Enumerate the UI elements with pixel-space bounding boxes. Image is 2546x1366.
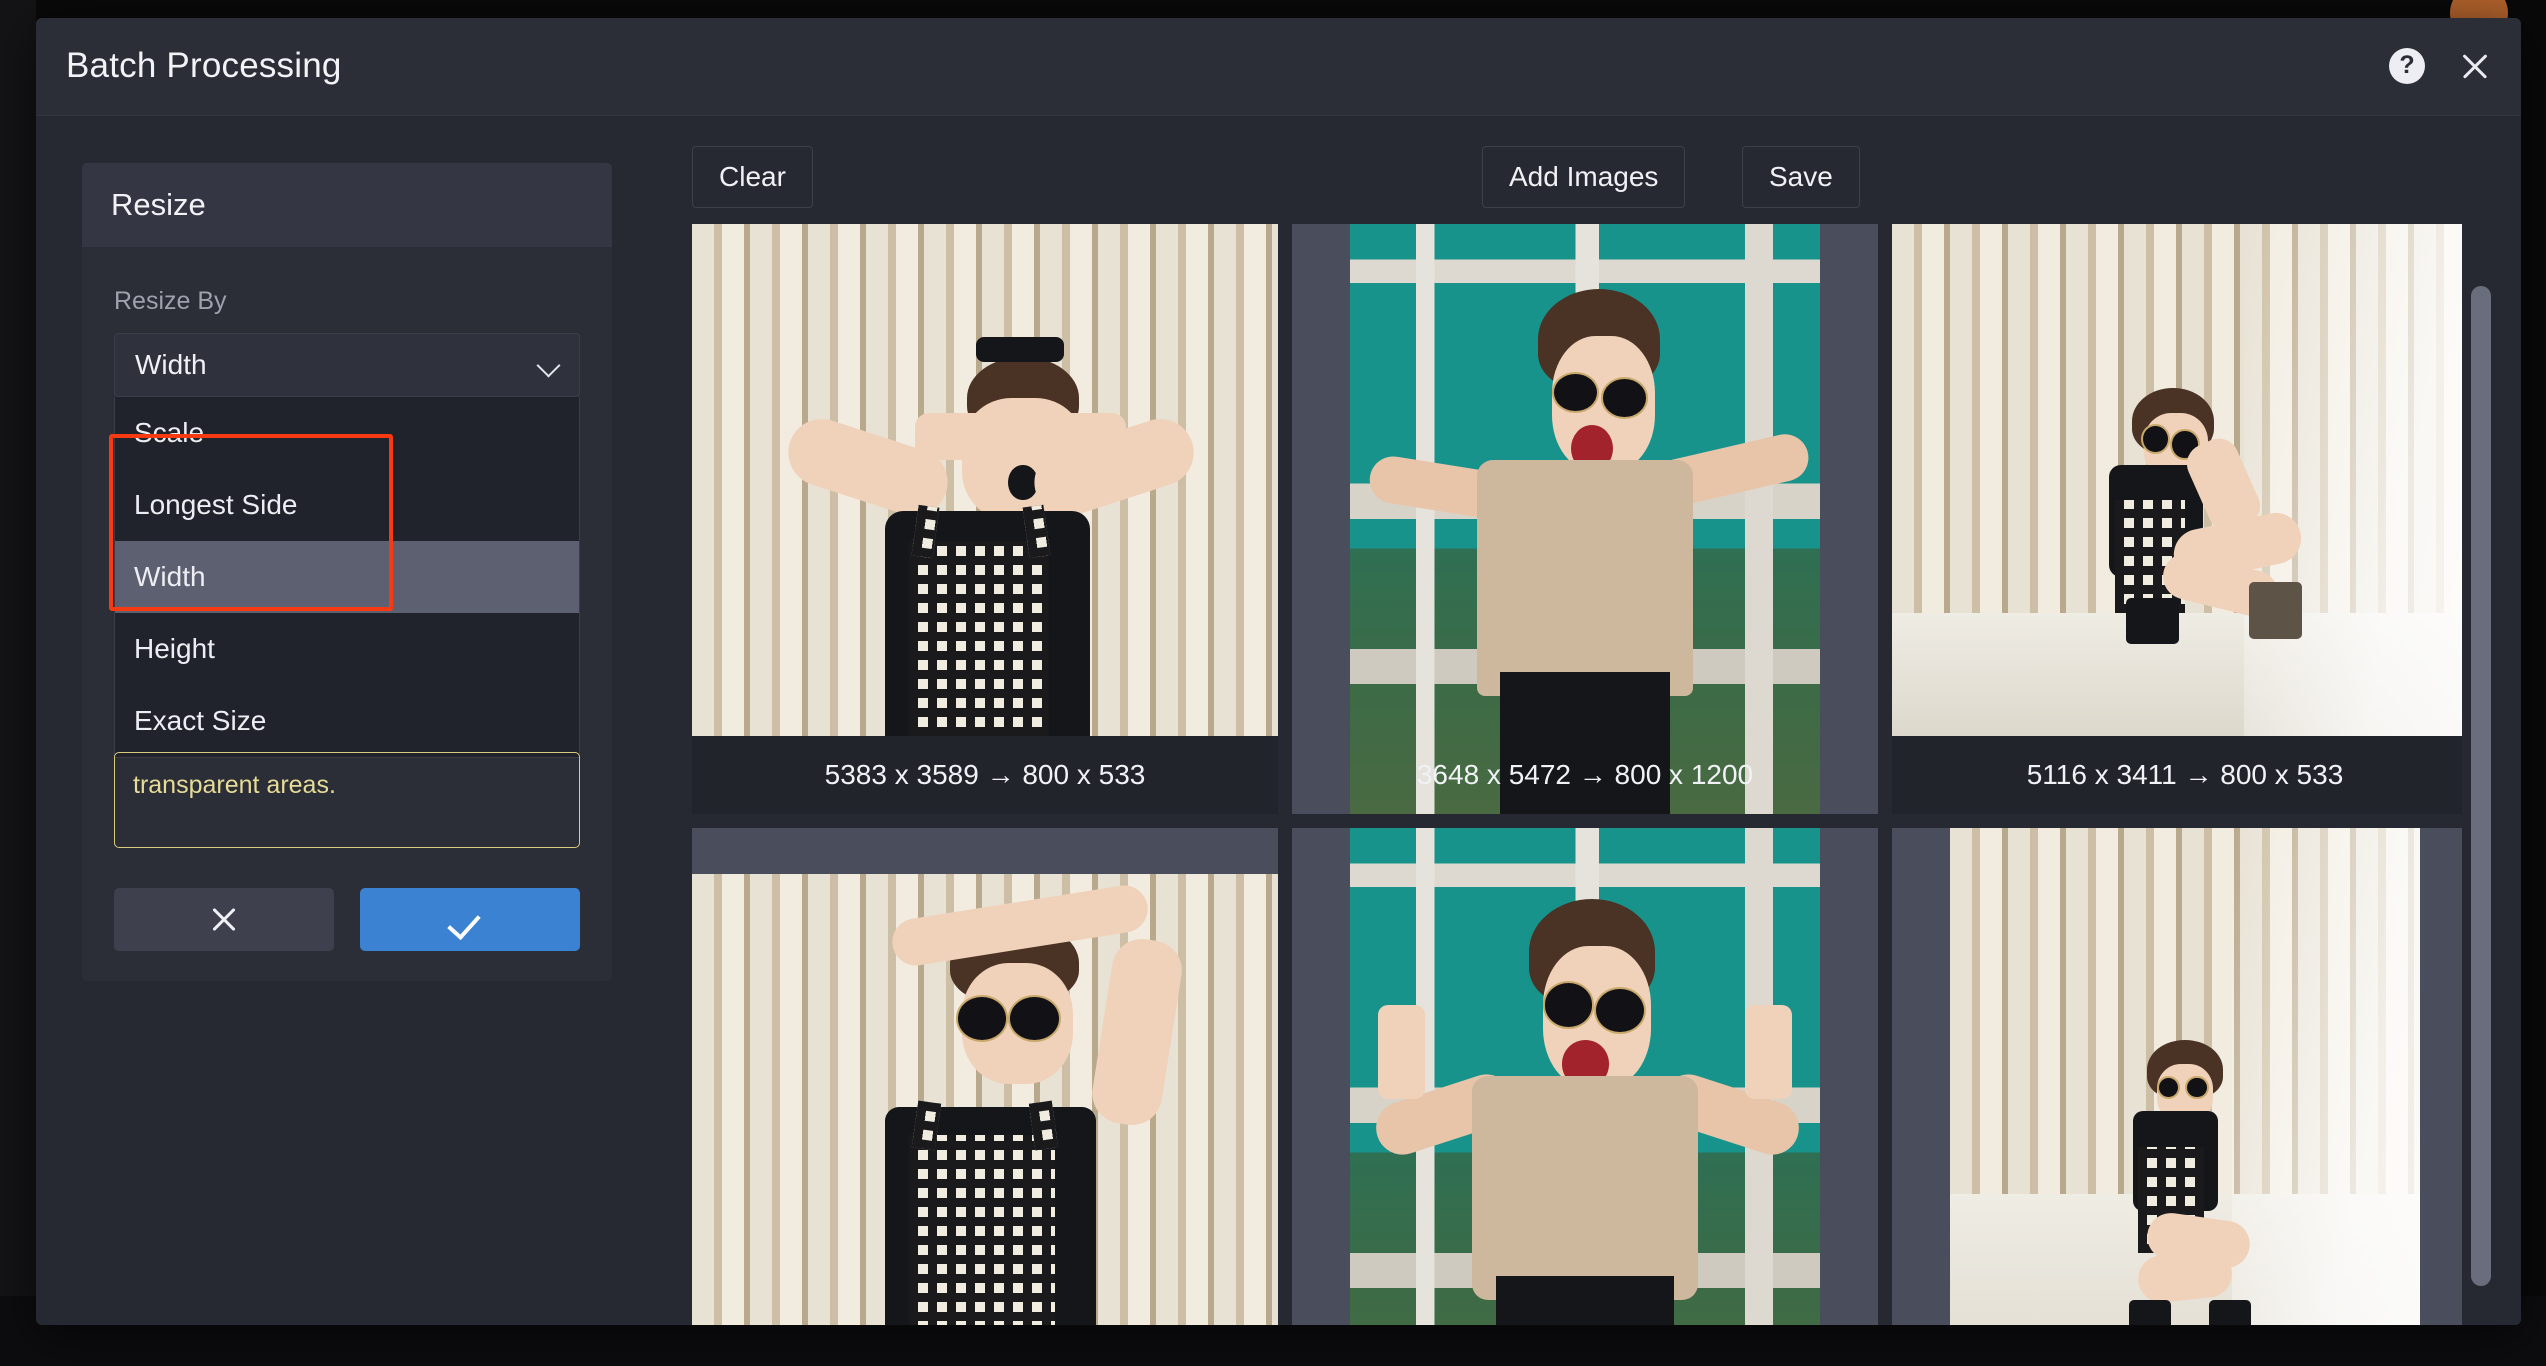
gallery-scrollbar-thumb[interactable]	[2471, 286, 2491, 1286]
resize-panel-header: Resize	[82, 163, 612, 247]
warning-note-text: transparent areas.	[133, 771, 336, 799]
photo-boot-right	[2208, 1300, 2251, 1325]
photo-peace-hand-left	[1378, 1005, 1426, 1100]
batch-processing-dialog: Batch Processing ? Resize Resize By Widt…	[36, 18, 2521, 1325]
dropdown-option-height[interactable]: Height	[115, 613, 579, 685]
gallery-item[interactable]: 5383 x 3589 → 800 x 533	[692, 224, 1278, 814]
cancel-button[interactable]	[114, 887, 334, 951]
resize-by-label: Resize By	[114, 287, 227, 315]
thumbnail-image	[1350, 224, 1820, 814]
photo-peace-hand-right	[1744, 1005, 1792, 1100]
save-button[interactable]: Save	[1742, 146, 1860, 208]
gallery-item[interactable]: 3431 x 5146 → 800 x 1200	[1292, 828, 1878, 1325]
gallery-grid: 5383 x 3589 → 800 x 533 3648 x 5472 → 80…	[692, 224, 2462, 1325]
photo-tshirt	[1476, 460, 1694, 696]
photo-overalls	[908, 541, 1050, 736]
thumbnail-image	[692, 224, 1278, 736]
photo-sunglasses-on-head	[976, 336, 1065, 363]
titlebar-actions: ?	[2389, 48, 2493, 84]
thumbnail-caption: 5383 x 3589 → 800 x 533	[692, 736, 1278, 814]
photo-overalls	[908, 1134, 1056, 1325]
gallery-item[interactable]: 5116 x 3411 → 800 x 533	[1892, 224, 2462, 814]
help-glyph: ?	[2399, 50, 2415, 79]
dropdown-option-exact-size[interactable]: Exact Size	[115, 685, 579, 757]
thumbnail-image	[1950, 828, 2420, 1325]
page-title: Batch Processing	[66, 46, 342, 85]
photo-sunglass-right	[2185, 1075, 2209, 1100]
dropdown-option-label: Width	[134, 561, 206, 592]
photo-boot-right	[2249, 582, 2303, 639]
dropdown-option-label: Exact Size	[134, 705, 267, 736]
thumbnail-caption: 5116 x 3411 → 800 x 533	[1892, 736, 2462, 814]
gallery-scrollbar[interactable]	[2459, 224, 2505, 1325]
gallery-item[interactable]: 5472 x 3648 → 800 x 533	[692, 828, 1278, 1325]
gallery-item[interactable]: 3575 x 5362 → 800 x 1200	[1892, 828, 2462, 1325]
gallery-panel: Clear Add Images Save 5383 x 3589 → 800 …	[682, 116, 2521, 1325]
settings-sidebar: Resize Resize By Width Scale Longest Sid…	[36, 116, 682, 1325]
photo-sunlight	[2243, 224, 2462, 736]
photo-sunglass-right	[1601, 377, 1649, 419]
dropdown-option-width[interactable]: Width	[115, 541, 579, 613]
photo-sunglass-left	[1542, 981, 1595, 1029]
thumbnail-caption: 3648 x 5472 → 800 x 1200	[1416, 759, 1754, 790]
photo-shorts	[1495, 1276, 1675, 1325]
warning-note: transparent areas.	[114, 752, 580, 848]
resize-by-field-group: Resize By Width Scale Longest Side Width…	[82, 247, 612, 758]
photo-tshirt	[1472, 1075, 1698, 1300]
background-app-sliver	[0, 0, 36, 1366]
thumbnail-image	[692, 874, 1278, 1325]
dropdown-option-longest-side[interactable]: Longest Side	[115, 469, 579, 541]
resize-panel-actions	[82, 854, 612, 951]
dropdown-option-label: Scale	[134, 417, 205, 448]
gallery-toolbar: Clear Add Images Save	[682, 116, 2521, 224]
dropdown-option-label: Height	[134, 633, 215, 664]
resize-by-dropdown-list[interactable]: Scale Longest Side Width Height Exact Si	[114, 397, 580, 758]
photo-boot-left	[2126, 597, 2180, 644]
gallery-viewport: 5383 x 3589 → 800 x 533 3648 x 5472 → 80…	[692, 224, 2462, 1325]
dialog-titlebar: Batch Processing ?	[36, 18, 2521, 116]
add-images-button[interactable]: Add Images	[1482, 146, 1686, 208]
resize-panel-title: Resize	[111, 187, 206, 222]
apply-button[interactable]	[360, 887, 580, 951]
clear-button[interactable]: Clear	[692, 146, 813, 208]
dropdown-option-label: Longest Side	[134, 489, 298, 520]
resize-by-select[interactable]: Width	[114, 333, 580, 397]
thumbnail-image	[1350, 828, 1820, 1325]
gallery-item[interactable]: 3648 x 5472 → 800 x 1200	[1292, 224, 1878, 814]
photo-sunlight	[2232, 828, 2420, 1325]
close-icon[interactable]	[2457, 48, 2493, 84]
photo-sunglass-left	[955, 995, 1009, 1042]
chevron-down-icon	[537, 353, 561, 377]
resize-by-select-value: Width	[135, 349, 207, 380]
resize-tool-panel: Resize Resize By Width Scale Longest Sid…	[82, 163, 612, 981]
check-icon	[453, 906, 487, 932]
thumbnail-image	[1892, 224, 2462, 736]
dropdown-option-scale[interactable]: Scale	[115, 397, 579, 469]
photo-boot-left	[2128, 1300, 2171, 1325]
photo-sunglass-left	[1552, 371, 1600, 413]
photo-sunglass-right	[1008, 995, 1062, 1042]
dialog-body: Resize Resize By Width Scale Longest Sid…	[36, 116, 2521, 1325]
close-icon	[209, 904, 239, 934]
help-circle-icon[interactable]: ?	[2389, 48, 2425, 84]
